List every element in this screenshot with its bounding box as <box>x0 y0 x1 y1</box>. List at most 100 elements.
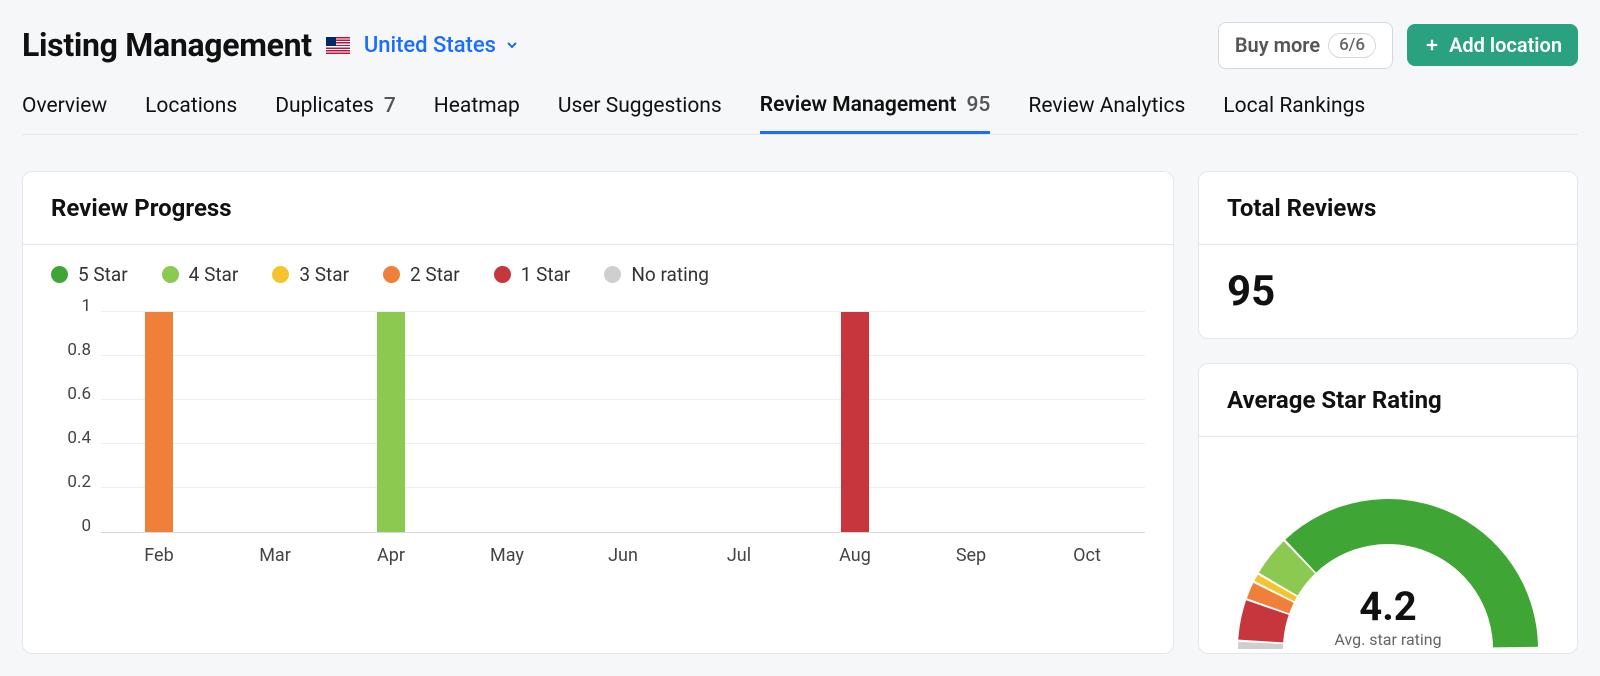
legend-dot-icon <box>494 266 511 283</box>
tab-heatmap[interactable]: Heatmap <box>434 93 520 134</box>
bar-slot <box>333 306 449 532</box>
legend-label: 5 Star <box>78 263 128 286</box>
avg-rating-title: Average Star Rating <box>1199 364 1577 436</box>
bar-slot <box>565 306 681 532</box>
x-label: Apr <box>333 545 449 566</box>
y-tick: 0.2 <box>67 472 91 492</box>
tab-label: Duplicates <box>275 94 374 118</box>
plot-area <box>101 306 1145 533</box>
tab-count: 7 <box>384 94 396 118</box>
bars <box>101 306 1145 532</box>
y-tick: 0.8 <box>67 340 91 360</box>
tab-user-suggestions[interactable]: User Suggestions <box>558 93 722 134</box>
bar-slot <box>101 306 217 532</box>
bar[interactable] <box>841 312 869 532</box>
x-label: May <box>449 545 565 566</box>
tab-review-analytics[interactable]: Review Analytics <box>1028 93 1185 134</box>
legend-label: 3 Star <box>299 263 349 286</box>
bar[interactable] <box>377 312 405 532</box>
header-top: Listing Management United States Buy mor… <box>22 22 1578 69</box>
gauge-label: Avg. star rating <box>1228 630 1548 649</box>
tab-locations[interactable]: Locations <box>145 93 237 134</box>
tab-count: 95 <box>967 93 991 117</box>
legend-item[interactable]: 4 Star <box>162 263 239 286</box>
x-label: Oct <box>1029 545 1145 566</box>
legend-item[interactable]: 1 Star <box>494 263 571 286</box>
country-label: United States <box>364 33 496 58</box>
grid-line <box>101 487 1145 488</box>
chart: 00.20.40.60.81 FebMarAprMayJunJulAugSepO… <box>51 306 1145 566</box>
avg-rating-card: Average Star Rating 4.2 Avg. star rating <box>1198 363 1578 654</box>
legend-dot-icon <box>51 266 68 283</box>
legend-dot-icon <box>162 266 179 283</box>
y-tick: 0 <box>81 516 91 536</box>
bar-slot <box>913 306 1029 532</box>
chart-wrap: 0 0.2 0.4 0.6 0.8 1 FebMarAprMayJunJulAugSepO… <box>23 296 1173 614</box>
tab-label: User Suggestions <box>558 94 722 118</box>
y-tick: 0.6 <box>67 384 91 404</box>
x-axis: FebMarAprMayJunJulAugSepOct <box>101 533 1145 566</box>
country-selector[interactable]: United States <box>364 33 520 58</box>
gauge: 4.2 Avg. star rating <box>1228 489 1548 653</box>
review-progress-card: Review Progress 5 Star 4 Star 3 Star 2 Star… <box>22 171 1174 654</box>
total-reviews-value: 95 <box>1227 267 1549 316</box>
x-label: Mar <box>217 545 333 566</box>
tab-label: Heatmap <box>434 94 520 118</box>
x-label: Sep <box>913 545 1029 566</box>
gauge-wrap: 4.2 Avg. star rating <box>1227 459 1549 653</box>
x-label: Feb <box>101 545 217 566</box>
legend-label: 2 Star <box>410 263 460 286</box>
gauge-value: 4.2 <box>1228 583 1548 630</box>
legend-item[interactable]: 3 Star <box>272 263 349 286</box>
bar-slot <box>797 306 913 532</box>
x-label: Jul <box>681 545 797 566</box>
x-label: Aug <box>797 545 913 566</box>
legend-item[interactable]: 2 Star <box>383 263 460 286</box>
bar-slot <box>681 306 797 532</box>
buy-more-label: Buy more <box>1235 34 1320 56</box>
legend-dot-icon <box>604 266 621 283</box>
legend-label: 1 Star <box>521 263 571 286</box>
tabs: Overview Locations Duplicates 7 Heatmap User … <box>22 69 1578 135</box>
tab-overview[interactable]: Overview <box>22 93 107 134</box>
gauge-center: 4.2 Avg. star rating <box>1228 583 1548 649</box>
tab-label: Review Analytics <box>1028 94 1185 118</box>
total-reviews-title: Total Reviews <box>1199 172 1577 244</box>
plus-icon <box>1423 36 1441 54</box>
grid-line <box>101 355 1145 356</box>
tab-label: Review Management <box>760 93 957 117</box>
legend-label: 4 Star <box>189 263 239 286</box>
bar-slot <box>449 306 565 532</box>
y-tick: 1 <box>81 296 91 316</box>
total-reviews-card: Total Reviews 95 <box>1198 171 1578 339</box>
add-location-label: Add location <box>1449 34 1562 56</box>
tab-label: Local Rankings <box>1223 94 1365 118</box>
bar[interactable] <box>145 312 173 532</box>
buy-more-button[interactable]: Buy more 6/6 <box>1218 22 1393 69</box>
tab-label: Locations <box>145 94 237 118</box>
legend-item[interactable]: No rating <box>604 263 709 286</box>
legend-item[interactable]: 5 Star <box>51 263 128 286</box>
legend-dot-icon <box>383 266 400 283</box>
grid-line <box>101 399 1145 400</box>
x-label: Jun <box>565 545 681 566</box>
content: Review Progress 5 Star 4 Star 3 Star 2 Star… <box>0 135 1600 676</box>
grid-line <box>101 443 1145 444</box>
tab-label: Overview <box>22 94 107 118</box>
grid-line <box>101 311 1145 312</box>
tab-duplicates[interactable]: Duplicates 7 <box>275 93 396 134</box>
tab-review-management[interactable]: Review Management 95 <box>760 93 991 134</box>
flag-us-icon <box>326 37 350 54</box>
bar-slot <box>1029 306 1145 532</box>
y-axis: 00.20.40.60.81 <box>51 306 101 526</box>
side-column: Total Reviews 95 Average Star Rating 4.2… <box>1198 171 1578 654</box>
y-tick: 0.4 <box>67 428 91 448</box>
tab-local-rankings[interactable]: Local Rankings <box>1223 93 1365 134</box>
legend-label: No rating <box>631 263 709 286</box>
chevron-down-icon <box>504 37 520 53</box>
add-location-button[interactable]: Add location <box>1407 24 1578 66</box>
buy-more-count: 6/6 <box>1328 33 1376 58</box>
bar-slot <box>217 306 333 532</box>
review-progress-title: Review Progress <box>23 172 1173 244</box>
legend: 5 Star 4 Star 3 Star 2 Star 1 Star No rating <box>23 244 1173 296</box>
